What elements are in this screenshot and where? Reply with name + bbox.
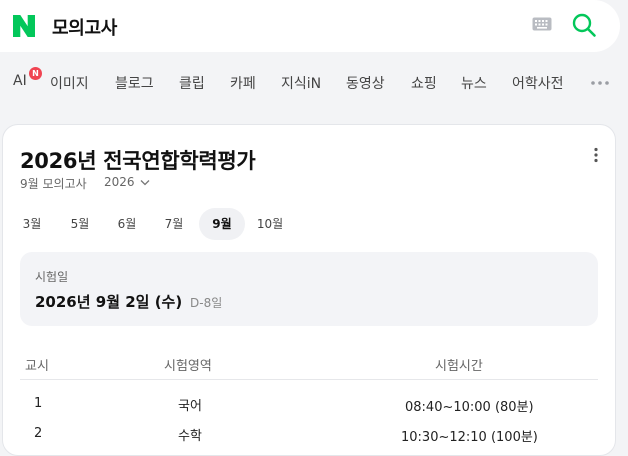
year-dropdown[interactable]: 2026: [104, 175, 150, 189]
exam-date-box: 시험일 2026년 9월 2일 (수) D-8일: [20, 252, 598, 326]
search-tabs: AI N 이미지 블로그 클립 카페 지식iN 동영상 쇼핑 뉴스 어학사전: [0, 66, 628, 98]
card-title: 2026년 전국연합학력평가: [20, 149, 256, 173]
time-cell: 10:30~12:10 (100분): [401, 430, 538, 445]
month-tab-9[interactable]: 9월: [199, 208, 245, 240]
month-label: 7월: [164, 217, 184, 231]
tab-cafe[interactable]: 카페: [230, 73, 256, 93]
month-label: 9월: [212, 217, 232, 231]
search-input[interactable]: 모의고사: [52, 14, 117, 40]
tab-video[interactable]: 동영상: [346, 73, 385, 93]
keyboard-icon[interactable]: [532, 17, 552, 31]
tab-label: AI: [13, 73, 27, 89]
search-bar: 모의고사: [0, 0, 620, 52]
more-dots-icon[interactable]: [590, 80, 610, 86]
tab-clip[interactable]: 클립: [179, 73, 205, 93]
card-subtitle: 9월 모의고사: [20, 177, 87, 191]
chevron-down-icon: [140, 180, 150, 186]
month-tab-5[interactable]: 5월: [61, 208, 99, 240]
tab-label: 지식iN: [281, 76, 322, 92]
tab-blog[interactable]: 블로그: [115, 73, 154, 93]
month-tab-3[interactable]: 3월: [15, 208, 49, 240]
tab-news[interactable]: 뉴스: [461, 73, 487, 93]
period-cell: 1: [34, 396, 43, 411]
tab-label: 카페: [230, 76, 256, 92]
time-cell: 08:40~10:00 (80분): [405, 400, 534, 415]
tab-label: 블로그: [115, 76, 154, 92]
kebab-menu-icon[interactable]: [593, 147, 599, 163]
subject-cell: 수학: [178, 429, 202, 444]
naver-logo-icon[interactable]: [12, 14, 36, 38]
tab-kin[interactable]: 지식iN: [281, 73, 321, 93]
year-value: 2026: [104, 175, 135, 189]
column-header-time: 시험시간: [435, 359, 483, 374]
month-tab-6[interactable]: 6월: [108, 208, 146, 240]
month-label: 5월: [70, 217, 90, 231]
month-label: 3월: [22, 217, 42, 231]
tab-dictionary[interactable]: 어학사전: [512, 73, 564, 93]
tab-label: 클립: [179, 76, 205, 92]
dday-counter: D-8일: [190, 296, 223, 310]
search-icon[interactable]: [571, 12, 597, 38]
column-header-period: 교시: [25, 359, 49, 374]
column-header-subject: 시험영역: [164, 359, 212, 374]
tab-ai[interactable]: AI: [13, 73, 27, 89]
tab-label: 뉴스: [461, 76, 487, 92]
tab-label: 동영상: [346, 76, 385, 92]
subject-cell: 국어: [178, 399, 202, 414]
month-tab-10[interactable]: 10월: [251, 208, 289, 240]
tab-images[interactable]: 이미지: [50, 73, 89, 93]
new-badge: N: [29, 67, 42, 80]
tab-label: 어학사전: [512, 76, 564, 92]
month-tab-7[interactable]: 7월: [155, 208, 193, 240]
exam-schedule-card: 2026년 전국연합학력평가 9월 모의고사 2026 3월 5월 6월 7월 …: [2, 124, 616, 456]
tab-label: 쇼핑: [411, 76, 437, 92]
exam-date-value: 2026년 9월 2일 (수): [35, 293, 183, 311]
tab-label: 이미지: [50, 76, 89, 92]
exam-date-label: 시험일: [35, 270, 69, 284]
tab-shopping[interactable]: 쇼핑: [411, 73, 437, 93]
table-divider: [20, 379, 598, 380]
month-label: 6월: [117, 217, 137, 231]
month-label: 10월: [256, 217, 284, 231]
